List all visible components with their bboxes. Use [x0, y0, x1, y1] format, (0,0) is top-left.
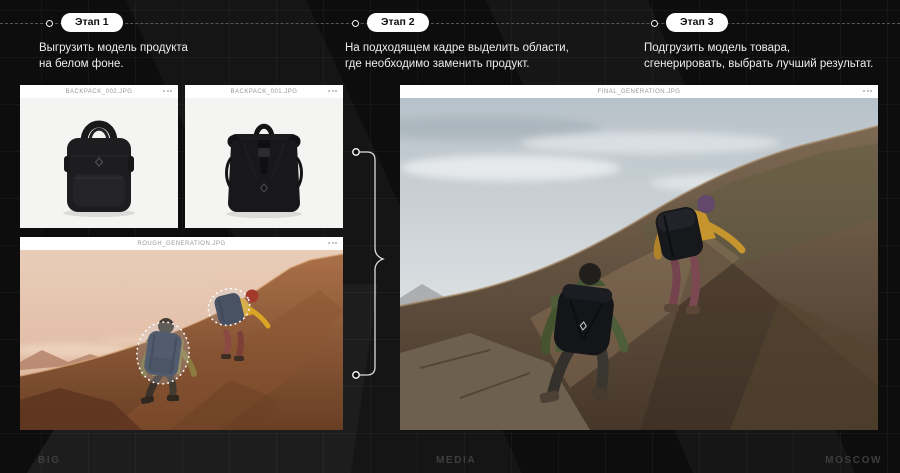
product-image-backpack-002	[20, 98, 178, 228]
photo-final-generation	[400, 98, 878, 430]
stage-badge: Этап 1	[61, 13, 123, 32]
card-title-bar: ROUGH_GENERATION.JPG	[20, 237, 343, 250]
stage-description-line: где необходимо заменить продукт.	[345, 58, 530, 71]
product-image-backpack-001	[185, 98, 343, 228]
card-filename: FINAL_GENERATION.JPG	[597, 88, 681, 95]
card-filename: BACKPACK_001.JPG	[230, 88, 298, 95]
timeline-dashed-line	[0, 23, 900, 24]
card-filename: BACKPACK_002.JPG	[65, 88, 133, 95]
timeline-node-icon	[352, 20, 359, 27]
card-title-bar: BACKPACK_002.JPG	[20, 85, 178, 98]
card-backpack-001: BACKPACK_001.JPG	[185, 85, 343, 228]
stage-description-line: Выгрузить модель продукта	[39, 42, 188, 54]
footer-brand-moscow: MOSCOW	[825, 455, 882, 466]
stage-description: Подгрузить модель товара, сгенерировать, …	[644, 40, 873, 72]
photo-rough-generation	[20, 250, 343, 430]
card-title-bar: FINAL_GENERATION.JPG	[400, 85, 878, 98]
footer-brand-media: MEDIA	[436, 455, 477, 466]
brace-connector	[352, 148, 385, 379]
timeline-node-icon	[46, 20, 53, 27]
menu-dots-icon[interactable]	[863, 90, 872, 92]
card-rough-generation: ROUGH_GENERATION.JPG	[20, 237, 343, 430]
stage-badge: Этап 3	[666, 13, 728, 32]
menu-dots-icon[interactable]	[163, 90, 172, 92]
card-backpack-002: BACKPACK_002.JPG	[20, 85, 178, 228]
stage-description-line: сгенерировать, выбрать лучший результат.	[644, 58, 874, 71]
menu-dots-icon[interactable]	[328, 90, 337, 92]
card-final-generation: FINAL_GENERATION.JPG	[400, 85, 878, 430]
stage-description-line: Подгрузить модель товара,	[644, 42, 791, 54]
card-filename: ROUGH_GENERATION.JPG	[137, 240, 226, 247]
menu-dots-icon[interactable]	[328, 242, 337, 244]
stage-description-line: на белом фоне.	[39, 58, 124, 71]
slide-canvas: Этап 1 Выгрузить модель продукта на белом…	[0, 0, 900, 473]
stage-description-line: На подходящем кадре выделить области,	[345, 42, 569, 54]
stage-description: На подходящем кадре выделить области, где…	[345, 40, 569, 72]
stage-badge: Этап 2	[367, 13, 429, 32]
card-title-bar: BACKPACK_001.JPG	[185, 85, 343, 98]
timeline-node-icon	[651, 20, 658, 27]
footer-brand-big: BIG	[38, 455, 61, 466]
stage-description: Выгрузить модель продукта на белом фоне.	[39, 40, 188, 72]
